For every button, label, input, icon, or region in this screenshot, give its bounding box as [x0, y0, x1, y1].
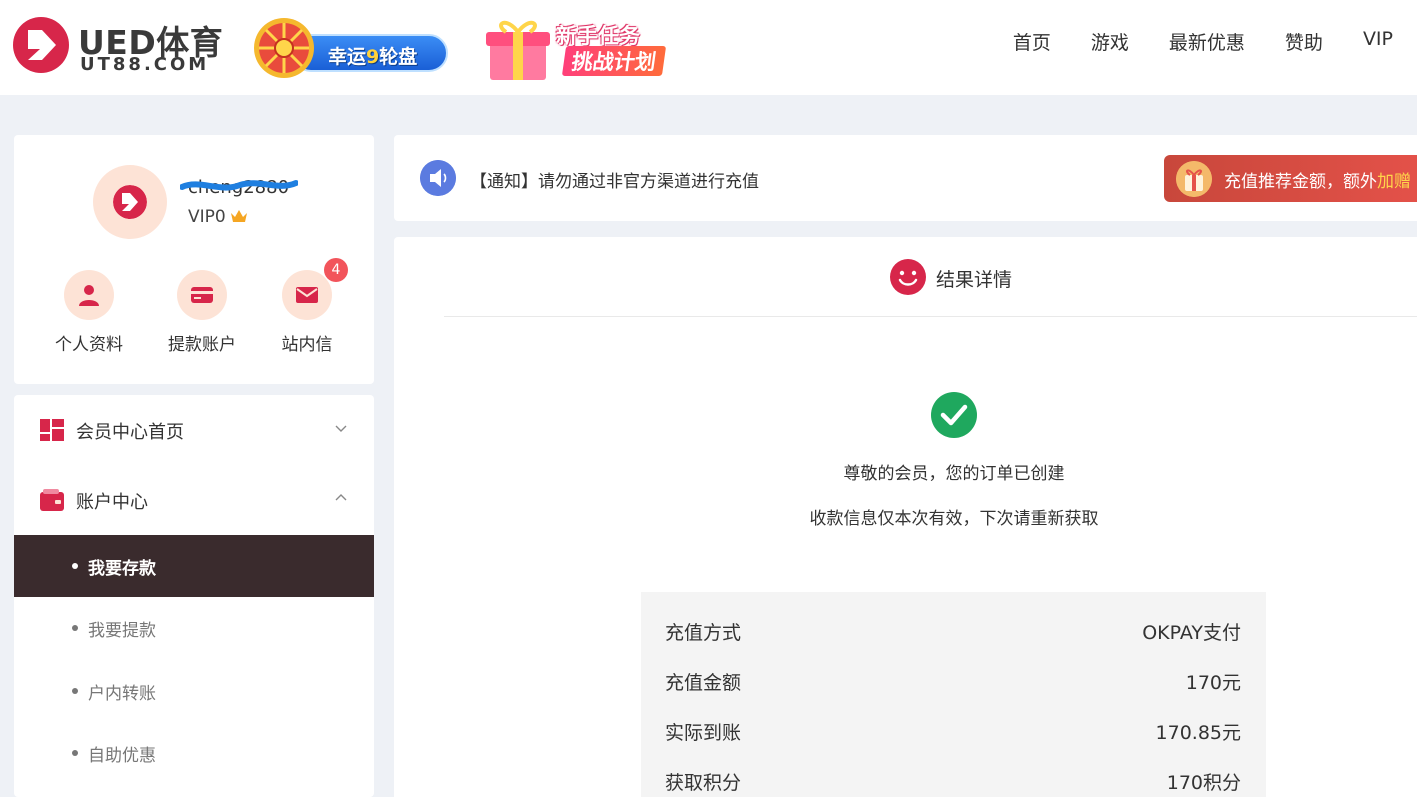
- nav-vip[interactable]: VIP: [1363, 28, 1393, 55]
- notice-bar: 【通知】请勿通过非官方渠道进行充值 充值推荐金额，额外加赠: [394, 135, 1417, 221]
- avatar-logo-icon: [113, 185, 147, 219]
- chevron-up-icon: [335, 494, 347, 501]
- result-title: 结果详情: [936, 269, 1013, 291]
- submenu-label: 自助优惠: [88, 746, 156, 766]
- submenu-transfer[interactable]: 户内转账: [14, 660, 374, 722]
- task-banner-line2: 挑战计划: [561, 46, 667, 76]
- card-icon: [191, 287, 213, 303]
- detail-label: 充值方式: [665, 622, 742, 644]
- detail-row-points: 获取积分 170积分: [665, 768, 1241, 797]
- user-icon: [79, 285, 99, 306]
- wallet-icon: [40, 489, 64, 511]
- logo-domain: UT88.COM: [80, 54, 210, 75]
- profile-card: cheng2880 VIP0 个人资料 提款账户 4 站内信: [14, 135, 374, 384]
- quick-link-label: 站内信: [281, 335, 333, 355]
- unread-count-badge: 4: [324, 258, 348, 282]
- quick-link-profile[interactable]: 个人资料: [44, 270, 134, 355]
- quick-link-label: 提款账户: [168, 335, 236, 355]
- smiley-icon: [890, 259, 926, 295]
- crown-icon: [230, 210, 247, 222]
- detail-value: OKPAY支付: [1142, 622, 1241, 644]
- detail-label: 获取积分: [665, 772, 742, 794]
- submenu-withdraw[interactable]: 我要提款: [14, 597, 374, 659]
- recharge-promo-banner[interactable]: 充值推荐金额，额外加赠: [1164, 155, 1417, 202]
- quick-link-inbox[interactable]: 4 站内信: [262, 258, 352, 355]
- detail-value: 170元: [1185, 672, 1241, 694]
- avatar[interactable]: [93, 165, 167, 239]
- order-details-box: 充值方式 OKPAY支付 充值金额 170元 实际到账 170.85元 获取积分…: [641, 592, 1266, 797]
- submenu-label: 我要存款: [88, 559, 156, 579]
- speaker-icon: [420, 160, 456, 196]
- nav-games[interactable]: 游戏: [1091, 28, 1129, 55]
- divider: [444, 316, 1417, 317]
- submenu-label: 户内转账: [88, 684, 156, 704]
- quick-link-withdraw-account[interactable]: 提款账户: [157, 270, 247, 355]
- redaction-scribble: [180, 180, 298, 191]
- lucky-wheel-banner[interactable]: 幸运9轮盘: [252, 10, 450, 80]
- menu-group-label: 账户中心: [76, 492, 148, 513]
- detail-row-method: 充值方式 OKPAY支付: [665, 618, 1241, 648]
- quick-link-label: 个人资料: [55, 335, 123, 355]
- detail-label: 充值金额: [665, 672, 742, 694]
- nav-home[interactable]: 首页: [1013, 28, 1051, 55]
- detail-value: 170积分: [1166, 772, 1241, 794]
- logo-mark-icon: [13, 17, 69, 73]
- menu-group-label: 会员中心首页: [76, 422, 184, 443]
- top-header: UED体育 UT88.COM 幸运9轮盘 新手任务 挑战计划 首页 游戏 最新优…: [0, 0, 1417, 95]
- payment-info-note: 收款信息仅本次有效，下次请重新获取: [809, 509, 1099, 529]
- detail-row-actual-credit: 实际到账 170.85元: [665, 718, 1241, 748]
- main-nav: 首页 游戏 最新优惠 赞助 VIP: [1013, 28, 1393, 55]
- submenu-self-promo[interactable]: 自助优惠: [14, 722, 374, 784]
- menu-member-home[interactable]: 会员中心首页: [14, 395, 374, 465]
- chevron-down-icon: [335, 425, 347, 432]
- result-panel: 结果详情 尊敬的会员，您的订单已创建 收款信息仅本次有效，下次请重新获取 充值方…: [394, 237, 1417, 797]
- detail-label: 实际到账: [665, 722, 742, 744]
- gift-box-icon: [486, 20, 550, 80]
- detail-row-amount: 充值金额 170元: [665, 668, 1241, 698]
- prize-wheel-icon: [254, 18, 314, 78]
- nav-promotions[interactable]: 最新优惠: [1169, 28, 1245, 55]
- success-check-icon: [931, 392, 977, 438]
- new-user-task-banner[interactable]: 新手任务 挑战计划: [476, 8, 706, 84]
- menu-account-center[interactable]: 账户中心: [14, 465, 374, 535]
- submenu-deposit[interactable]: 我要存款: [14, 535, 374, 597]
- gift-bag-icon: [1176, 161, 1212, 197]
- order-created-message: 尊敬的会员，您的订单已创建: [843, 464, 1065, 484]
- vip-level: VIP0: [188, 207, 248, 227]
- submenu-label: 我要提款: [88, 621, 156, 641]
- nav-sponsor[interactable]: 赞助: [1285, 28, 1323, 55]
- sidebar-menu: 会员中心首页 账户中心 我要存款 我要提款 户内转账 自助优惠: [14, 395, 374, 797]
- mail-icon: [296, 287, 318, 303]
- dashboard-icon: [40, 419, 64, 441]
- promo-text: 充值推荐金额，额外加赠: [1224, 172, 1411, 192]
- site-logo[interactable]: UED体育 UT88.COM: [12, 14, 232, 76]
- lucky-wheel-text: 幸运9轮盘: [328, 46, 418, 68]
- notice-text: 【通知】请勿通过非官方渠道进行充值: [470, 172, 759, 192]
- detail-value: 170.85元: [1155, 722, 1241, 744]
